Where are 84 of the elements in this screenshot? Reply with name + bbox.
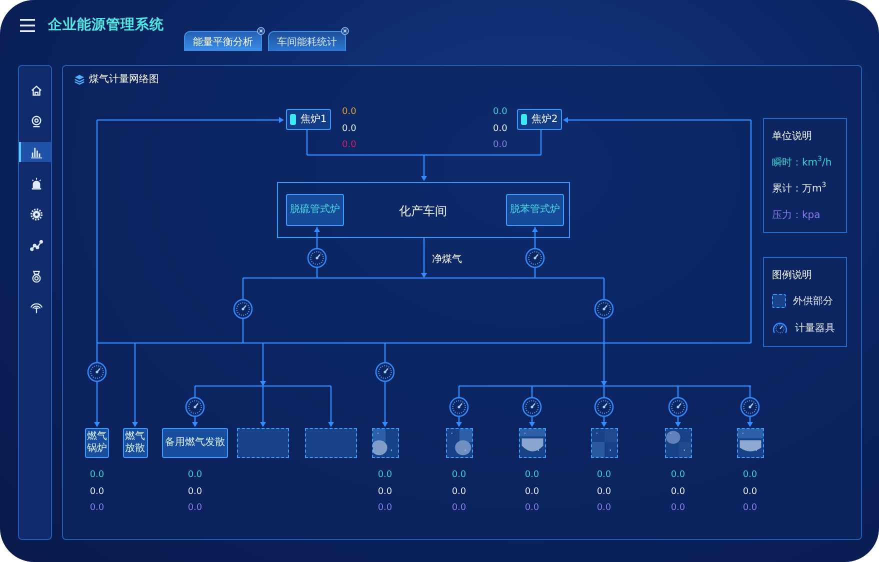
- reading-value: 0.0: [376, 502, 394, 514]
- medal-icon: [30, 270, 42, 282]
- reading-value: 0.0: [376, 469, 394, 481]
- reading-value: 0.0: [88, 502, 106, 514]
- gauge-icon: [772, 320, 788, 336]
- panel-title: 煤气计量网络图: [89, 72, 159, 86]
- reading-value: 0.0: [342, 122, 356, 134]
- reading-value: 0.0: [450, 502, 468, 514]
- external-supply-box[interactable]: [590, 428, 618, 458]
- furnace-unit-box[interactable]: 脱硫管式炉: [286, 194, 344, 226]
- cylinder-icon: [521, 114, 528, 125]
- equipment-box[interactable]: 备用燃气发散: [162, 428, 228, 458]
- flow-arrow: [382, 382, 388, 427]
- app-title: 企业能源管理系统: [48, 16, 164, 34]
- reading-value: 0.0: [186, 486, 204, 498]
- sidebar-item[interactable]: [19, 142, 51, 162]
- reading-value: 0.0: [342, 106, 356, 118]
- external-supply-box[interactable]: [305, 428, 357, 458]
- card-title: 单位说明: [772, 130, 813, 143]
- close-icon[interactable]: [257, 27, 265, 35]
- reading-value: 0.0: [450, 469, 468, 481]
- equipment-box[interactable]: 燃气锅炉: [85, 428, 109, 458]
- reading-value: 0.0: [342, 139, 356, 151]
- flow-label: 净煤气: [432, 253, 462, 266]
- gauge-icon: [594, 299, 614, 319]
- reading-value: 0.0: [524, 469, 540, 481]
- reading-value: 0.0: [493, 139, 508, 151]
- flow-arrow: [328, 386, 334, 427]
- external-supply-box[interactable]: [664, 428, 692, 458]
- bar-chart-icon: [30, 146, 42, 158]
- reading-value: 0.0: [450, 486, 468, 498]
- reading-value: 0.0: [186, 502, 204, 514]
- reading-value: 0.0: [88, 486, 106, 498]
- gauge-icon: [525, 248, 545, 268]
- legend-label: 外供部分: [793, 294, 833, 308]
- flow-arrow: [314, 227, 320, 248]
- reading-value: 0.0: [524, 486, 540, 498]
- flow-arrow: [421, 155, 427, 181]
- reading-value: 0.0: [742, 486, 758, 498]
- reading-value: 0.0: [186, 469, 204, 481]
- coke-oven-box[interactable]: 焦炉2: [517, 109, 562, 130]
- unit-text: 瞬时：km$^{3}$/h: [772, 155, 833, 170]
- home-icon: [30, 84, 42, 96]
- close-icon[interactable]: [341, 27, 349, 35]
- flow-arrow: [532, 227, 538, 248]
- external-supply-box[interactable]: [518, 428, 546, 458]
- reading-value: 0.0: [493, 106, 508, 118]
- flow-arrow: [421, 238, 427, 278]
- coke-oven-box[interactable]: 焦炉1: [286, 109, 331, 130]
- settings-icon: [30, 208, 42, 220]
- workshop-label: 化产车间: [399, 203, 447, 220]
- reading-value: 0.0: [493, 122, 508, 134]
- legend-label: 计量器具: [795, 322, 835, 335]
- external-supply-box[interactable]: [446, 428, 472, 458]
- gauge-icon: [307, 248, 327, 268]
- reading-value: 0.0: [376, 486, 394, 498]
- equipment-box[interactable]: 燃气放散: [122, 428, 148, 458]
- reading-value: 0.0: [596, 469, 612, 481]
- reading-value: 0.0: [596, 486, 612, 498]
- cylinder-icon: [290, 114, 296, 125]
- reading-value: 0.0: [670, 469, 686, 481]
- external-supply-box[interactable]: [237, 428, 289, 458]
- camera-icon: [30, 114, 42, 128]
- unit-text: 累计：万m$^{3}$: [772, 181, 828, 196]
- reading-value: 0.0: [524, 502, 540, 514]
- unit-text: 压力：kpa: [772, 208, 822, 222]
- line-chart-icon: [30, 238, 42, 252]
- card-title: 图例说明: [772, 268, 813, 282]
- gauge-icon: [233, 299, 253, 319]
- furnace-unit-box[interactable]: 脱苯管式炉: [506, 194, 564, 226]
- reading-value: 0.0: [88, 469, 106, 481]
- menu-icon[interactable]: [20, 19, 35, 32]
- external-supply-box[interactable]: [736, 428, 764, 458]
- dashed-box-icon: [772, 294, 786, 308]
- signal-icon: [30, 300, 42, 314]
- external-supply-box[interactable]: [372, 428, 398, 458]
- reading-value: 0.0: [596, 502, 612, 514]
- reading-value: 0.0: [670, 502, 686, 514]
- flow-arrow: [94, 382, 100, 427]
- layers-icon: [74, 74, 85, 84]
- alarm-light-icon: [30, 176, 42, 190]
- reading-value: 0.0: [742, 502, 758, 514]
- reading-value: 0.0: [742, 469, 758, 481]
- reading-value: 0.0: [670, 486, 686, 498]
